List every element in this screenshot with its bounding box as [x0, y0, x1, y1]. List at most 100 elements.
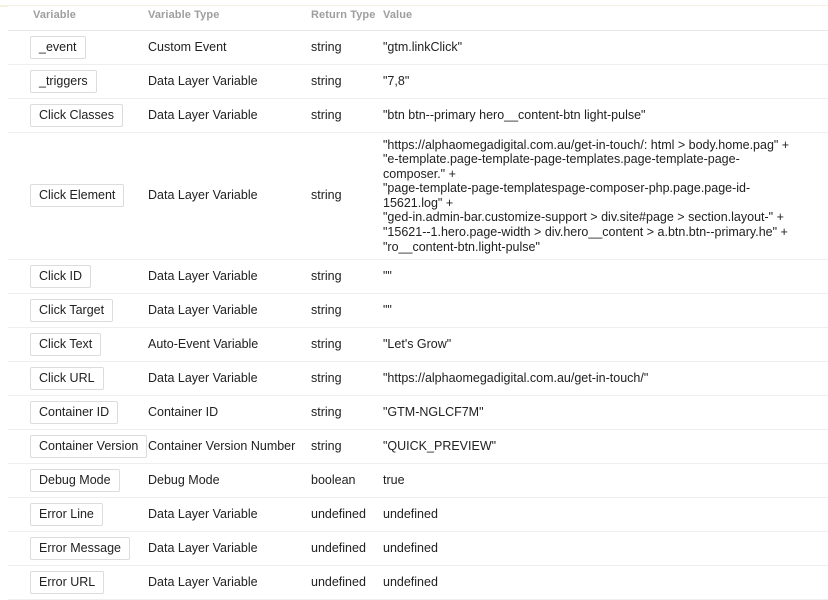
cell-return-type: string	[311, 293, 383, 329]
table-row[interactable]: Click Target Data Layer Variable string ""	[8, 293, 828, 329]
value-text: undefined	[383, 575, 438, 590]
variable-name-chip[interactable]: Error URL	[30, 571, 105, 595]
variables-table-scroll-area[interactable]: Variable Variable Type Return Type Value…	[0, 6, 828, 600]
cell-variable-type: Data Layer Variable	[148, 259, 311, 295]
variable-name-chip[interactable]: Click Classes	[30, 103, 124, 127]
variable-name-chip[interactable]: Error Line	[30, 503, 103, 527]
variable-name-chip[interactable]: _event	[30, 35, 86, 59]
table-body: _event Custom Event string "gtm.linkClick" _…	[8, 30, 828, 600]
table-row[interactable]: _event Custom Event string "gtm.linkClick"	[8, 30, 828, 65]
cell-variable-type: Container ID	[148, 395, 311, 431]
variable-name-chip[interactable]: Click ID	[30, 265, 92, 289]
cell-variable-name: Click Classes	[8, 98, 148, 133]
column-header-variable: Variable	[8, 6, 148, 31]
cell-value: "https://alphaomegadigital.com.au/get-in…	[383, 361, 828, 397]
column-header-return-type: Return Type	[311, 6, 383, 31]
cell-variable-name: Click ID	[8, 259, 148, 295]
cell-variable-type: Custom Event	[148, 30, 311, 65]
cell-return-type: string	[311, 259, 383, 295]
cell-variable-name: Error Message	[8, 531, 148, 567]
table-row[interactable]: Container ID Container ID string "GTM-NGLCF…	[8, 395, 828, 431]
cell-variable-name: Error Line	[8, 497, 148, 533]
cell-value: undefined	[383, 497, 828, 533]
table-header: Variable Variable Type Return Type Value	[8, 6, 828, 31]
cell-variable-type: Data Layer Variable	[148, 531, 311, 567]
cell-variable-name: Error URL	[8, 565, 148, 600]
cell-variable-name: Click Target	[8, 293, 148, 329]
value-text: ""	[383, 303, 392, 318]
table-header-row: Variable Variable Type Return Type Value	[8, 6, 828, 31]
value-text: "7,8"	[383, 73, 410, 88]
cell-value: "Let's Grow"	[383, 327, 828, 363]
cell-variable-name: _triggers	[8, 64, 148, 99]
cell-value: true	[383, 463, 828, 499]
table-row[interactable]: Click Classes Data Layer Variable string "b…	[8, 98, 828, 133]
variable-name-chip[interactable]: _triggers	[30, 69, 97, 93]
variable-name-chip[interactable]: Debug Mode	[30, 469, 120, 493]
cell-value: "https://alphaomegadigital.com.au/get-in…	[383, 132, 828, 261]
cell-variable-type: Debug Mode	[148, 463, 311, 499]
cell-value: ""	[383, 259, 828, 295]
variable-name-chip[interactable]: Error Message	[30, 537, 130, 561]
cell-variable-name: Debug Mode	[8, 463, 148, 499]
variable-name-chip[interactable]: Click Element	[30, 184, 125, 208]
table-row[interactable]: Error Line Data Layer Variable undefined un…	[8, 497, 828, 533]
table-row[interactable]: _triggers Data Layer Variable string "7,8"	[8, 64, 828, 99]
table-row[interactable]: Click Element Data Layer Variable string "h…	[8, 132, 828, 261]
column-header-variable-type: Variable Type	[148, 6, 311, 31]
cell-return-type: undefined	[311, 565, 383, 600]
variable-name-chip[interactable]: Click Target	[30, 299, 114, 323]
variable-name-chip[interactable]: Click URL	[30, 367, 104, 391]
table-row[interactable]: Click URL Data Layer Variable string "https…	[8, 361, 828, 397]
variables-panel: Variable Variable Type Return Type Value…	[0, 0, 828, 600]
cell-variable-type: Data Layer Variable	[148, 293, 311, 329]
cell-return-type: string	[311, 395, 383, 431]
cell-variable-name: Click URL	[8, 361, 148, 397]
value-text: "https://alphaomegadigital.com.au/get-in…	[383, 137, 790, 254]
cell-variable-type: Data Layer Variable	[148, 361, 311, 397]
cell-variable-name: _event	[8, 30, 148, 65]
table-row[interactable]: Error Message Data Layer Variable undefine…	[8, 531, 828, 567]
cell-return-type: string	[311, 98, 383, 133]
cell-value: undefined	[383, 565, 828, 600]
cell-variable-type: Data Layer Variable	[148, 132, 311, 261]
value-text: "Let's Grow"	[383, 337, 452, 352]
value-text: "GTM-NGLCF7M"	[383, 405, 484, 420]
cell-value: "btn btn--primary hero__content-btn ligh…	[383, 98, 828, 133]
cell-return-type: boolean	[311, 463, 383, 499]
cell-return-type: string	[311, 429, 383, 465]
value-text: ""	[383, 269, 392, 284]
value-text: "QUICK_PREVIEW"	[383, 439, 497, 454]
cell-variable-type: Container Version Number	[148, 429, 311, 465]
table-row[interactable]: Debug Mode Debug Mode boolean true	[8, 463, 828, 499]
variable-name-chip[interactable]: Container ID	[30, 401, 119, 425]
table-row[interactable]: Click ID Data Layer Variable string ""	[8, 259, 828, 295]
cell-variable-type: Data Layer Variable	[148, 98, 311, 133]
value-text: "btn btn--primary hero__content-btn ligh…	[383, 107, 646, 122]
variable-name-chip[interactable]: Click Text	[30, 333, 102, 357]
cell-variable-name: Container ID	[8, 395, 148, 431]
variable-name-chip[interactable]: Container Version	[30, 435, 148, 459]
table-row[interactable]: Error URL Data Layer Variable undefined und…	[8, 565, 828, 600]
table-row[interactable]: Container Version Container Version Numbe…	[8, 429, 828, 465]
cell-return-type: string	[311, 132, 383, 261]
value-text: true	[383, 473, 405, 488]
cell-value: ""	[383, 293, 828, 329]
cell-value: undefined	[383, 531, 828, 567]
value-text: undefined	[383, 507, 438, 522]
value-text: "https://alphaomegadigital.com.au/get-in…	[383, 371, 649, 386]
cell-variable-name: Click Element	[8, 132, 148, 261]
cell-variable-name: Container Version	[8, 429, 148, 465]
value-text: undefined	[383, 541, 438, 556]
cell-return-type: undefined	[311, 497, 383, 533]
cell-value: "7,8"	[383, 64, 828, 99]
cell-variable-type: Auto-Event Variable	[148, 327, 311, 363]
cell-return-type: string	[311, 64, 383, 99]
cell-variable-type: Data Layer Variable	[148, 497, 311, 533]
table-row[interactable]: Click Text Auto-Event Variable string "Let'…	[8, 327, 828, 363]
cell-value: "gtm.linkClick"	[383, 30, 828, 65]
cell-variable-type: Data Layer Variable	[148, 565, 311, 600]
column-header-value: Value	[383, 6, 828, 31]
cell-return-type: string	[311, 327, 383, 363]
value-text: "gtm.linkClick"	[383, 39, 463, 54]
